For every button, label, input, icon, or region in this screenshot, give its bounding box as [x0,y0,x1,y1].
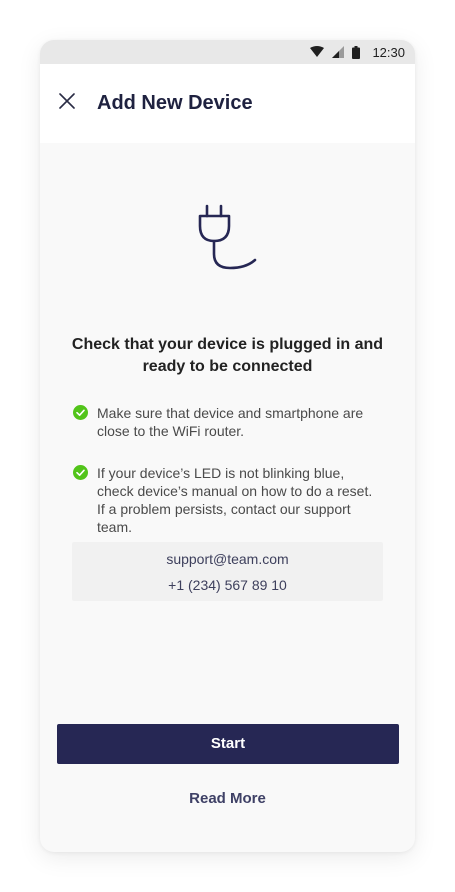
tip-item: Make sure that device and smartphone are… [73,404,373,444]
close-button[interactable] [54,90,80,116]
page-title: Add New Device [97,92,253,114]
wifi-icon [310,46,325,58]
support-contact-box: support@team.com +1 (234) 567 89 10 [72,542,383,601]
tip-text: Make sure that device and smartphone are… [97,405,364,439]
plug-icon [195,204,261,274]
check-circle-icon [73,405,88,420]
status-icons: 12:30 [310,40,405,64]
close-icon [59,92,75,114]
start-button[interactable]: Start [57,724,399,764]
instruction-heading: Check that your device is plugged in and… [71,336,384,375]
tip-text: If your device’s LED is not blinking blu… [97,465,373,535]
status-bar: 12:30 [40,40,415,64]
status-time: 12:30 [372,44,405,60]
tip-item: If your device’s LED is not blinking blu… [73,464,373,535]
signal-icon [332,46,345,58]
app-header: Add New Device [40,64,415,143]
phone-screen: 12:30 Add New Device Check that your dev… [40,40,415,852]
support-phone-link[interactable]: +1 (234) 567 89 10 [72,577,383,593]
support-email-link[interactable]: support@team.com [72,551,383,567]
read-more-link[interactable]: Read More [40,790,415,807]
check-circle-icon [73,465,88,480]
battery-icon [352,45,361,59]
